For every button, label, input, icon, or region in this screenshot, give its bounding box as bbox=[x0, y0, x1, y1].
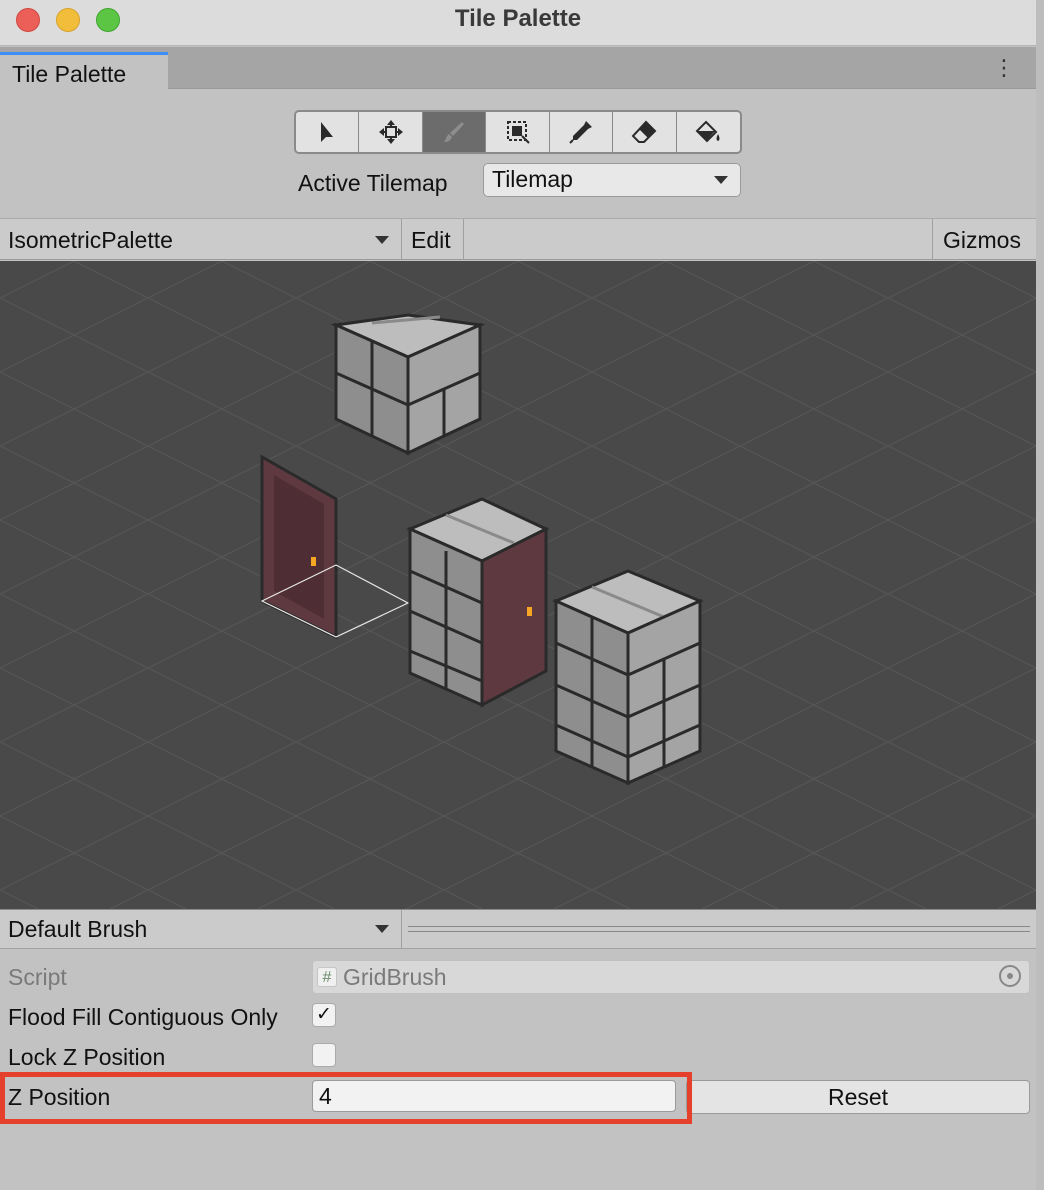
edit-palette-button[interactable]: Edit bbox=[402, 219, 464, 260]
chevron-down-icon bbox=[375, 925, 389, 933]
brush-dropdown-value: Default Brush bbox=[8, 916, 148, 942]
tool-bar bbox=[294, 110, 742, 154]
brush-icon bbox=[444, 122, 465, 142]
stone-door-block-tile[interactable] bbox=[406, 497, 550, 708]
script-object-field[interactable]: # GridBrush bbox=[312, 960, 1030, 994]
move-arrows-icon bbox=[378, 120, 403, 144]
chevron-down-icon bbox=[714, 176, 728, 184]
eyedropper-icon bbox=[569, 121, 592, 144]
brush-bar: Default Brush bbox=[0, 909, 1036, 949]
lock-z-position-label: Lock Z Position bbox=[8, 1044, 166, 1070]
paint-bucket-icon bbox=[695, 120, 720, 143]
script-label: Script bbox=[8, 964, 67, 990]
kebab-menu-icon[interactable]: ⋮ bbox=[992, 55, 1016, 81]
lock-z-position-checkbox[interactable] bbox=[312, 1043, 336, 1067]
select-tool-button[interactable] bbox=[296, 112, 360, 152]
tile-palette-window: Tile Palette Tile Palette ⋮ Active Tilem… bbox=[0, 0, 1036, 1190]
tall-stone-block-tile[interactable] bbox=[552, 569, 704, 786]
paint-tool-button[interactable] bbox=[422, 112, 487, 152]
arrow-pointer-icon bbox=[321, 122, 334, 142]
active-tilemap-label: Active Tilemap bbox=[298, 170, 448, 196]
brush-dropdown[interactable]: Default Brush bbox=[0, 910, 402, 949]
window-title: Tile Palette bbox=[454, 5, 582, 32]
box-fill-tool-button[interactable] bbox=[486, 112, 550, 152]
resize-splitter-handle[interactable] bbox=[408, 926, 1030, 932]
move-tool-button[interactable] bbox=[359, 112, 423, 152]
palette-dropdown[interactable]: IsometricPalette bbox=[0, 219, 402, 260]
palette-canvas-drawing bbox=[0, 261, 1036, 909]
active-tilemap-dropdown[interactable]: Tilemap bbox=[483, 163, 741, 197]
flood-fill-label: Flood Fill Contiguous Only bbox=[8, 1004, 278, 1030]
chevron-down-icon bbox=[375, 236, 389, 244]
z-position-highlight-box bbox=[0, 1072, 692, 1124]
object-picker-icon[interactable] bbox=[999, 965, 1021, 987]
flood-fill-checkbox[interactable]: ✓ bbox=[312, 1003, 336, 1027]
active-tilemap-value: Tilemap bbox=[492, 166, 573, 192]
palette-canvas[interactable] bbox=[0, 261, 1036, 909]
eraser-icon bbox=[632, 120, 657, 143]
pick-tool-button[interactable] bbox=[550, 112, 614, 152]
palette-dropdown-value: IsometricPalette bbox=[8, 227, 173, 253]
script-hash-icon: # bbox=[317, 967, 337, 987]
box-fill-icon bbox=[506, 121, 530, 144]
palette-bar: IsometricPalette Edit Gizmos bbox=[0, 218, 1036, 260]
script-value: GridBrush bbox=[343, 964, 447, 990]
reset-button[interactable]: Reset bbox=[686, 1080, 1030, 1114]
tab-strip: Tile Palette ⋮ bbox=[0, 47, 1036, 89]
gizmos-button[interactable]: Gizmos bbox=[932, 219, 1036, 260]
background-window-edge bbox=[1035, 0, 1044, 1190]
tab-tile-palette[interactable]: Tile Palette bbox=[0, 52, 168, 89]
erase-tool-button[interactable] bbox=[613, 112, 677, 152]
title-bar: Tile Palette bbox=[0, 0, 1036, 46]
fill-tool-button[interactable] bbox=[677, 112, 740, 152]
